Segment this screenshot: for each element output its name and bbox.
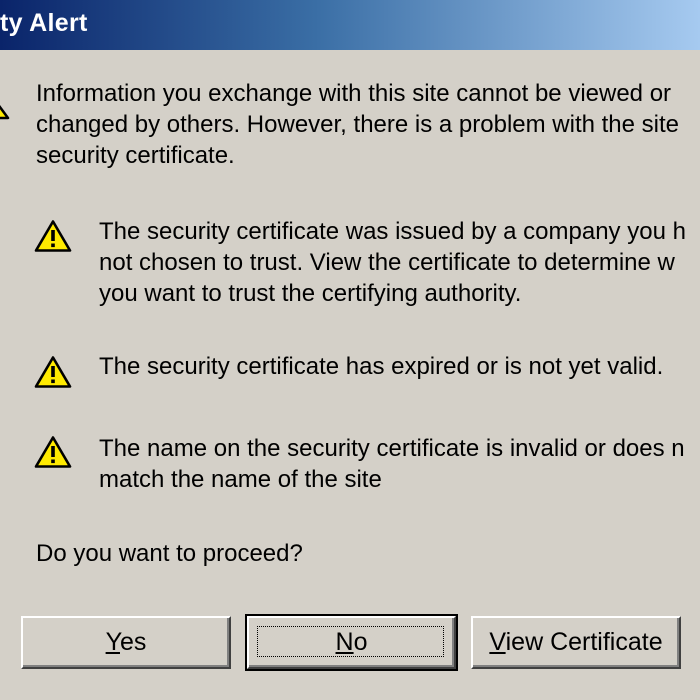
title-bar[interactable]: ty Alert [0, 0, 700, 50]
window-title: ty Alert [0, 9, 88, 37]
message-line-3: security certificate. [36, 142, 235, 169]
warning-icon [34, 356, 72, 388]
yes-button[interactable]: Yes [21, 616, 231, 669]
no-button-label: No [335, 628, 368, 656]
no-button[interactable]: No [245, 614, 458, 671]
warning-1-line-1: The security certificate was issued by a… [99, 218, 686, 245]
warning-2-line-1: The security certificate has expired or … [99, 353, 664, 380]
view-certificate-button-label: View Certificate [489, 628, 663, 656]
message-line-1: Information you exchange with this site … [36, 80, 672, 107]
security-alert-icon [0, 104, 10, 120]
message-line-2: changed by others. However, there is a p… [36, 111, 680, 138]
view-certificate-button[interactable]: View Certificate [471, 616, 681, 669]
warning-3-line-1: The name on the security certificate is … [99, 435, 685, 462]
yes-button-label: Yes [105, 628, 147, 656]
warning-icon [34, 436, 72, 468]
security-alert-dialog: ty Alert Information you exchange with t… [0, 0, 700, 700]
warning-icon [34, 220, 72, 252]
warning-3-line-2: match the name of the site [99, 466, 382, 493]
warning-1-line-3: you want to trust the certifying authori… [99, 280, 522, 307]
warning-1-line-2: not chosen to trust. View the certificat… [99, 249, 675, 276]
proceed-prompt: Do you want to proceed? [36, 540, 303, 567]
